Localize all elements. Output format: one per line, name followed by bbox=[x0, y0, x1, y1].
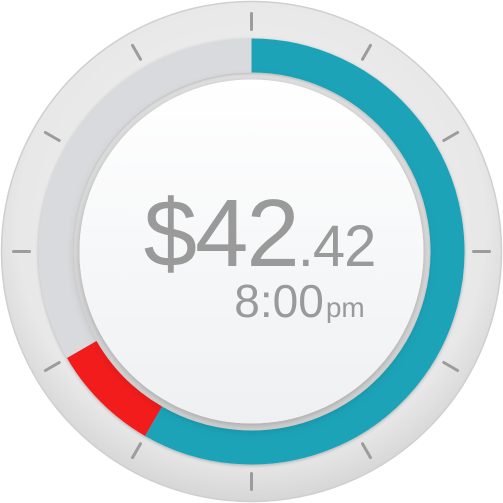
amount-dollars: $42 bbox=[143, 179, 300, 287]
time: 8:00 pm bbox=[234, 278, 364, 324]
amount-cents: .42 bbox=[297, 213, 377, 279]
time-value: 8:00 bbox=[234, 274, 324, 327]
amount: $42 .42 bbox=[143, 179, 377, 287]
budget-clock-widget: $42 .42 8:00 pm bbox=[0, 0, 503, 503]
readout: $42 .42 8:00 pm bbox=[80, 80, 423, 423]
time-suffix: pm bbox=[325, 291, 365, 323]
